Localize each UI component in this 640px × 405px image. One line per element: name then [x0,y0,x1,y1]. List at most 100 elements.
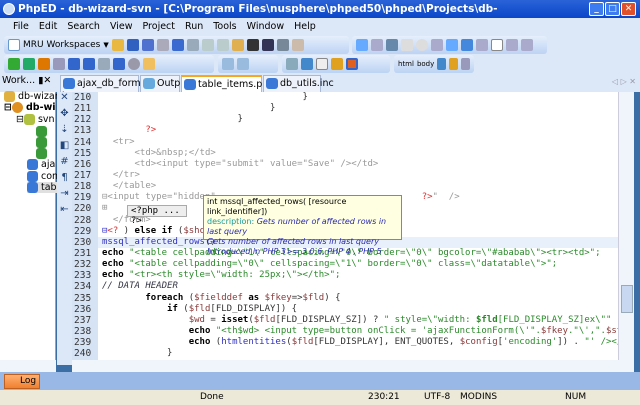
step-over-icon[interactable] [83,58,95,70]
pause-icon[interactable] [53,58,65,70]
close-button[interactable]: ✕ [621,2,636,16]
image-icon[interactable] [449,58,459,70]
tab-scroll-arrows[interactable]: ◁ ▷ ✕ [612,77,636,86]
num-indicator: NUM [565,392,587,402]
print-icon[interactable] [156,39,169,51]
tree-horizontal-scrollbar[interactable] [0,360,56,372]
tree-item[interactable] [36,126,50,137]
textfield-icon[interactable] [431,39,443,51]
log-button[interactable]: Log [4,374,40,389]
tree-item[interactable] [36,148,50,159]
tree-item[interactable]: db-wizard [4,91,64,102]
function-tooltip: int mssql_affected_rows( [resource link_… [203,195,402,256]
menu-window[interactable]: Window [247,21,284,32]
php-file-icon [63,78,75,89]
horizontal-scrollbar[interactable] [72,360,634,372]
tab-output[interactable]: Output [140,75,190,92]
options-icon[interactable] [291,39,304,51]
button-icon[interactable] [371,39,383,51]
tree-item[interactable] [36,137,50,148]
menu-view[interactable]: View [110,21,133,32]
tree-item[interactable]: aja [27,159,55,170]
layout-icon[interactable] [346,58,358,70]
menu-project[interactable]: Project [143,21,176,32]
checkbox-icon[interactable] [401,39,413,51]
cut-icon[interactable] [201,39,214,51]
profile-icon[interactable] [38,58,50,70]
find-next-icon[interactable] [261,39,274,51]
mru-workspaces-dropdown[interactable]: MRU Workspaces [23,40,100,50]
tree-item[interactable]: ⊟ db-wi [4,102,56,113]
hash-icon[interactable]: # [57,156,72,172]
undo-icon[interactable] [171,39,184,51]
tree-item-selected[interactable]: tab [27,182,57,193]
paste-icon[interactable] [231,39,244,51]
input-icon[interactable] [476,39,488,51]
menu-help[interactable]: Help [294,21,316,32]
textarea-icon[interactable] [491,39,503,51]
menu-edit[interactable]: Edit [39,21,57,32]
navigation-toolbar [218,55,278,73]
select-icon[interactable] [461,39,473,51]
find-icon[interactable] [246,39,259,51]
fill-icon[interactable] [316,58,328,70]
paragraph-icon[interactable]: ¶ [57,172,72,188]
tab-table-items[interactable]: table_items.php * [181,75,274,105]
menu-run[interactable]: Run [185,21,203,32]
outdent-icon[interactable]: ⇤ [57,204,72,220]
save-all-icon[interactable] [141,39,154,51]
body-tag-button[interactable]: body [417,60,434,68]
workspace-panel-header: Work... ▮✕ [2,75,52,86]
step-into-icon[interactable] [68,58,80,70]
maximize-button[interactable]: □ [605,2,620,16]
code-icon[interactable]: ⇣ [57,124,72,140]
list-icon[interactable] [446,39,458,51]
html-tag-button[interactable]: html [398,60,414,68]
hidden-icon[interactable] [521,39,533,51]
redo-icon[interactable] [186,39,199,51]
back-icon[interactable] [222,58,234,70]
copy-icon[interactable] [216,39,229,51]
tree-item[interactable]: ⊟ svn [16,114,55,125]
grid-icon[interactable] [386,39,398,51]
tab-db-utils[interactable]: db_utils.inc [263,75,334,92]
document-icon[interactable] [301,58,313,70]
status-bar: Done 230:21 UTF-8 MOD INS NUM [0,390,640,405]
collapsed-php-block[interactable]: <?php ... ?> [127,205,187,226]
menu-bar: File Edit Search View Project Run Tools Window H… [0,18,640,36]
debug-run-icon[interactable] [23,58,35,70]
tab-ajax-db-form[interactable]: ajax_db_form.php [60,75,162,92]
radio-icon[interactable] [416,39,428,51]
close-panel-icon[interactable]: ✕ [43,75,51,86]
color-icon[interactable] [331,58,343,70]
minimize-button[interactable]: _ [589,2,604,16]
split-icon[interactable]: ◧ [57,140,72,156]
tree-item[interactable]: con [27,171,58,182]
link-icon[interactable] [461,58,470,70]
image-button-icon[interactable] [506,39,518,51]
tools-icon[interactable] [286,58,298,70]
menu-search[interactable]: Search [67,21,100,32]
forward-icon[interactable] [237,58,249,70]
replace-icon[interactable] [276,39,289,51]
close-icon[interactable]: ✕ [57,92,72,108]
run-to-cursor-icon[interactable] [113,58,125,70]
menu-tools[interactable]: Tools [213,21,236,32]
move-icon[interactable]: ✥ [57,108,72,124]
form-icon[interactable] [356,39,368,51]
stop-icon[interactable] [128,58,140,70]
tooltip-signature: int mssql_affected_rows( [resource link_… [207,197,347,216]
new-file-icon[interactable] [8,39,20,51]
open-icon[interactable] [111,39,124,51]
standard-toolbar: MRU Workspaces ▼ [4,36,349,54]
indent-icon[interactable]: ⇥ [57,188,72,204]
debug-toolbar [4,55,214,73]
scroll-thumb[interactable] [621,285,633,313]
hand-icon[interactable] [143,58,155,70]
step-out-icon[interactable] [98,58,110,70]
menu-file[interactable]: File [13,21,29,32]
table-icon[interactable] [437,58,447,70]
save-icon[interactable] [126,39,139,51]
run-icon[interactable] [8,58,20,70]
vertical-scrollbar[interactable] [618,92,634,360]
